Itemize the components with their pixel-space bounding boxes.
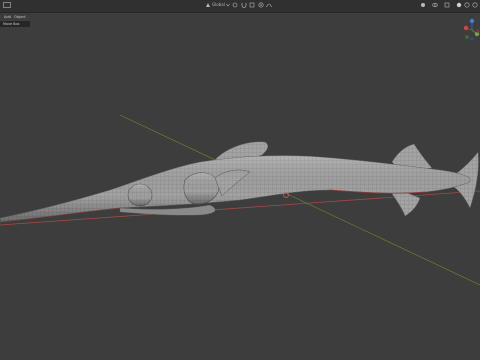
xray-icon[interactable] (444, 2, 450, 10)
menu-object[interactable]: Object (14, 13, 26, 21)
gizmo-neg-z[interactable] (470, 37, 474, 41)
proportional-edit-icon[interactable] (258, 2, 264, 10)
gizmo-z-axis[interactable] (469, 18, 475, 24)
gizmo-x-axis[interactable] (463, 25, 469, 31)
menu-add[interactable]: Add (4, 13, 11, 21)
viewport-header: Global (0, 0, 480, 13)
last-operator-panel[interactable]: Move Box (0, 21, 30, 27)
operator-label: Move Box (3, 22, 20, 26)
overlays-icon[interactable] (432, 2, 438, 10)
shading-solid-icon[interactable] (456, 2, 462, 10)
chevron-down-icon (226, 2, 230, 10)
gizmo-neg-y[interactable] (465, 35, 469, 39)
snap-target-icon[interactable] (249, 2, 255, 10)
view-object-types-icon[interactable] (420, 2, 426, 10)
global-dropdown[interactable]: Global (212, 2, 225, 8)
transform-orientation-icon[interactable] (205, 2, 211, 10)
3d-viewport[interactable] (0, 0, 480, 360)
shading-material-icon[interactable] (464, 2, 470, 10)
falloff-icon[interactable] (266, 2, 272, 10)
magnet-icon[interactable] (241, 2, 247, 10)
navigation-gizmo[interactable] (458, 16, 480, 44)
pivot-point-icon[interactable] (232, 2, 238, 10)
shading-rendered-icon[interactable] (472, 2, 478, 10)
viewport-editor-icon[interactable] (3, 2, 11, 10)
gizmo-neg-x[interactable] (476, 29, 480, 33)
